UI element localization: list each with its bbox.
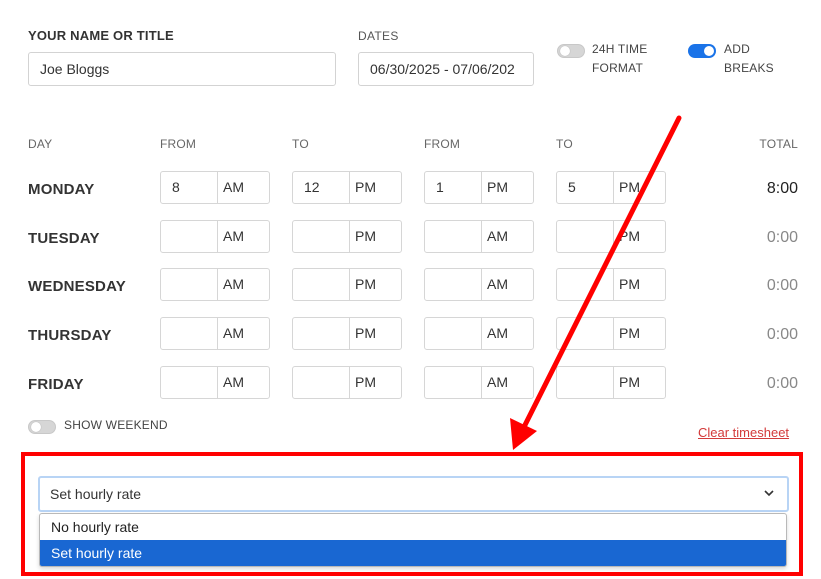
hour-field[interactable] [161,269,218,300]
from-time-input[interactable]: AM [160,220,270,253]
from-2-time-input[interactable]: AM [424,366,534,399]
from-2-time-input[interactable]: AM [424,317,534,350]
hour-field[interactable] [293,269,350,300]
toggle-24h-label-line2: FORMAT [592,61,643,75]
ampm-select[interactable]: PM [614,318,665,349]
toggle-breaks-label: ADD BREAKS [724,40,774,78]
ampm-select[interactable]: PM [350,318,401,349]
to-2-time-input[interactable]: 5 PM [556,171,666,204]
ampm-select[interactable]: PM [350,367,401,398]
ampm-select[interactable]: AM [218,318,269,349]
ampm-select[interactable]: AM [482,367,533,398]
toggle-knob [704,46,714,56]
hour-field[interactable] [293,221,350,252]
from-time-input[interactable]: AM [160,268,270,301]
day-total: 8:00 [766,180,798,197]
hour-field[interactable] [293,318,350,349]
day-label: THURSDAY [28,327,112,344]
ampm-select[interactable]: AM [218,172,269,203]
column-header-from-2: FROM [424,137,461,151]
hour-field[interactable] [425,318,482,349]
day-label: MONDAY [28,181,95,198]
ampm-select[interactable]: PM [614,172,665,203]
from-2-time-input[interactable]: AM [424,220,534,253]
day-label: FRIDAY [28,376,84,393]
to-2-time-input[interactable]: PM [556,366,666,399]
to-time-input[interactable]: 12 PM [292,171,402,204]
day-total: 0:00 [766,277,798,294]
dates-label: DATES [358,29,399,43]
to-2-time-input[interactable]: PM [556,317,666,350]
day-total: 0:00 [766,326,798,343]
toggle-24h-label-line1: 24H TIME [592,42,648,56]
to-time-input[interactable]: PM [292,268,402,301]
hour-field[interactable] [161,367,218,398]
column-header-total: TOTAL [759,137,798,151]
dates-input[interactable]: 06/30/2025 - 07/06/202 [358,52,534,86]
hour-field[interactable]: 1 [425,172,482,203]
from-time-input[interactable]: AM [160,366,270,399]
ampm-select[interactable]: PM [350,221,401,252]
day-label: WEDNESDAY [28,278,126,295]
toggle-knob [560,46,570,56]
ampm-select[interactable]: PM [614,367,665,398]
ampm-select[interactable]: AM [218,269,269,300]
ampm-select[interactable]: AM [482,318,533,349]
column-header-from: FROM [160,137,197,151]
from-time-input[interactable]: 8 AM [160,171,270,204]
ampm-select[interactable]: PM [350,172,401,203]
hour-field[interactable] [557,269,614,300]
column-header-to-2: TO [556,137,573,151]
name-label: YOUR NAME OR TITLE [28,28,174,43]
hour-field[interactable]: 12 [293,172,350,203]
hour-field[interactable]: 5 [557,172,614,203]
show-weekend-label: SHOW WEEKEND [64,418,168,432]
toggle-24h-time-format[interactable] [557,44,585,58]
day-total: 0:00 [766,229,798,246]
hour-field[interactable] [161,221,218,252]
toggle-breaks-label-line2: BREAKS [724,61,774,75]
ampm-select[interactable]: AM [218,367,269,398]
toggle-show-weekend[interactable] [28,420,56,434]
highlight-box [21,452,803,576]
hour-field[interactable] [161,318,218,349]
toggle-knob [31,422,41,432]
toggle-add-breaks[interactable] [688,44,716,58]
from-time-input[interactable]: AM [160,317,270,350]
ampm-select[interactable]: PM [614,269,665,300]
to-time-input[interactable]: PM [292,366,402,399]
ampm-select[interactable]: PM [350,269,401,300]
ampm-select[interactable]: AM [218,221,269,252]
to-2-time-input[interactable]: PM [556,268,666,301]
hour-field[interactable] [425,221,482,252]
hour-field[interactable] [293,367,350,398]
clear-timesheet-link[interactable]: Clear timesheet [698,425,789,440]
ampm-select[interactable]: AM [482,269,533,300]
to-time-input[interactable]: PM [292,220,402,253]
toggle-24h-label: 24H TIME FORMAT [592,40,647,78]
hour-field[interactable] [557,367,614,398]
ampm-select[interactable]: AM [482,221,533,252]
from-2-time-input[interactable]: 1 PM [424,171,534,204]
to-time-input[interactable]: PM [292,317,402,350]
day-total: 0:00 [766,375,798,392]
name-input[interactable]: Joe Bloggs [28,52,336,86]
day-label: TUESDAY [28,230,100,247]
hour-field[interactable] [557,318,614,349]
to-2-time-input[interactable]: PM [556,220,666,253]
from-2-time-input[interactable]: AM [424,268,534,301]
toggle-breaks-label-line1: ADD [724,42,750,56]
ampm-select[interactable]: PM [482,172,533,203]
column-header-day: DAY [28,137,53,151]
hour-field[interactable]: 8 [161,172,218,203]
ampm-select[interactable]: PM [614,221,665,252]
hour-field[interactable] [557,221,614,252]
hour-field[interactable] [425,269,482,300]
hour-field[interactable] [425,367,482,398]
column-header-to: TO [292,137,309,151]
